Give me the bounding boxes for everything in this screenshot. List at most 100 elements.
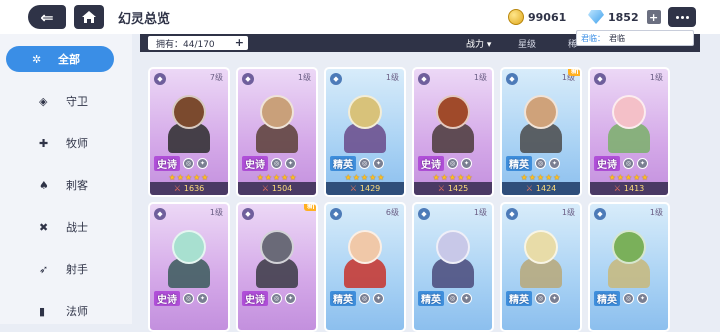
element-icon: ◎ <box>623 292 634 304</box>
rarity-tag: 史诗 <box>154 290 180 306</box>
crossed-swords-icon: ⚔ <box>349 184 357 193</box>
rarity-row: 史诗 ◎ ✦ <box>154 290 228 306</box>
sidebar-item-2[interactable]: ✚ 牧师 <box>6 130 114 156</box>
power-value: 1413 <box>623 184 645 193</box>
element-icon: ◎ <box>447 157 458 169</box>
gold-amount: 99061 <box>528 10 567 24</box>
rarity-row: 精英 ◎ ✦ <box>330 290 404 306</box>
star-rating: ★★★★★ <box>432 173 474 182</box>
faction-icon: ✦ <box>285 157 296 169</box>
hero-level: 1级 <box>209 208 223 217</box>
crossed-swords-icon: ⚔ <box>173 184 181 193</box>
rarity-tag: 精英 <box>506 290 532 306</box>
owned-count[interactable]: 拥有：44/170 + <box>148 36 248 50</box>
owned-count-label: 拥有：44/170 <box>156 39 215 50</box>
add-gems-button[interactable]: + <box>646 10 661 24</box>
power-value: 1429 <box>359 184 381 193</box>
sidebar-item-6[interactable]: ▮ 法师 <box>6 298 114 324</box>
sidebar-item-0[interactable]: ✲ 全部 <box>6 46 114 72</box>
home-icon <box>82 11 96 23</box>
combat-power: ⚔ 1424 <box>502 182 580 195</box>
hero-portrait <box>422 218 484 288</box>
power-value: 1425 <box>447 184 469 193</box>
class-filter-sidebar: ✲ 全部 ◈ 守卫 ✚ 牧师 ♠ 刺客 ✖ 战士 ➶ 射手 ▮ 法师 <box>0 34 132 324</box>
element-icon: ◎ <box>535 292 546 304</box>
hero-card[interactable]: ◆ 1级 精英 ◎ ✦ <box>500 202 582 332</box>
hero-portrait <box>246 83 308 153</box>
dagger-icon: ♠ <box>39 178 49 192</box>
faction-icon: ✦ <box>461 292 472 304</box>
hero-level: 7级 <box>209 73 223 82</box>
rarity-row: 精英 ◎ ✦ <box>594 290 668 306</box>
rarity-row: 史诗 ◎ ✦ <box>418 155 492 171</box>
sort-by-stars-tab[interactable]: 星级 <box>518 37 536 50</box>
rarity-row: 精英 ◎ ✦ <box>506 155 580 171</box>
new-badge: 新 <box>304 204 316 211</box>
sort-by-power-tab[interactable]: 战力 ▾ <box>466 37 491 50</box>
hero-portrait <box>598 218 660 288</box>
sidebar-item-label: 刺客 <box>66 179 88 192</box>
gem-icon <box>588 10 604 24</box>
back-button[interactable]: ⇐ <box>28 5 66 29</box>
hero-card[interactable]: ◆ 新史诗 ◎ ✦ <box>236 202 318 332</box>
power-value: 1636 <box>183 184 205 193</box>
gem-counter: 1852 + <box>588 8 661 26</box>
sidebar-item-label: 牧师 <box>66 137 88 150</box>
sidebar-item-label: 全部 <box>58 53 80 66</box>
sidebar-item-label: 战士 <box>66 221 88 234</box>
hero-portrait <box>510 83 572 153</box>
star-rating: ★★★★★ <box>344 173 386 182</box>
hero-card[interactable]: ◆ 1级新精英 ◎ ✦ ★★★★★ ⚔ 1424 <box>500 67 582 197</box>
element-icon: ◎ <box>623 157 634 169</box>
faction-icon: ✦ <box>373 157 384 169</box>
sidebar-item-3[interactable]: ♠ 刺客 <box>6 172 114 198</box>
element-icon: ◎ <box>183 157 194 169</box>
hero-level: 6级 <box>385 208 399 217</box>
hero-card[interactable]: ◆ 1级 史诗 ◎ ✦ ★★★★★ ⚔ 1504 <box>236 67 318 197</box>
rarity-tag: 精英 <box>330 155 356 171</box>
combat-power: ⚔ 1504 <box>238 182 316 195</box>
hero-card[interactable]: ◆ 1级 史诗 ◎ ✦ ★★★★★ ⚔ 1425 <box>412 67 494 197</box>
element-icon: ◎ <box>183 292 194 304</box>
hero-portrait <box>598 83 660 153</box>
shield-icon: ◈ <box>39 94 48 108</box>
chat-bubble-icon <box>675 15 689 19</box>
rarity-tag: 精英 <box>594 290 620 306</box>
hero-level: 1级 <box>473 73 487 82</box>
hero-level: 1级 <box>561 208 575 217</box>
rarity-tag: 史诗 <box>418 155 444 171</box>
crossed-swords-icon: ⚔ <box>613 184 621 193</box>
hero-card[interactable]: ◆ 1级 精英 ◎ ✦ <box>588 202 670 332</box>
faction-icon: ✦ <box>285 292 296 304</box>
tooltip-key: 君临： <box>581 33 605 43</box>
rarity-row: 史诗 ◎ ✦ <box>242 155 316 171</box>
faction-icon: ✦ <box>549 292 560 304</box>
sidebar-item-1[interactable]: ◈ 守卫 <box>6 88 114 114</box>
element-icon: ◎ <box>359 292 370 304</box>
sidebar-item-label: 法师 <box>66 305 88 318</box>
hero-card[interactable]: ◆ 6级 精英 ◎ ✦ <box>324 202 406 332</box>
expand-plus-icon: + <box>234 36 244 49</box>
sidebar-item-5[interactable]: ➶ 射手 <box>6 256 114 282</box>
rarity-row: 精英 ◎ ✦ <box>330 155 404 171</box>
element-icon: ◎ <box>271 157 282 169</box>
axe-icon: ✖ <box>39 220 49 234</box>
hero-portrait <box>246 218 308 288</box>
faction-icon: ✦ <box>637 292 648 304</box>
element-icon: ◎ <box>271 292 282 304</box>
hero-card[interactable]: ◆ 1级 精英 ◎ ✦ <box>412 202 494 332</box>
hero-card[interactable]: ◆ 1级 史诗 ◎ ✦ ★★★★★ ⚔ 1413 <box>588 67 670 197</box>
chat-button[interactable] <box>668 7 696 27</box>
home-button[interactable] <box>74 5 104 29</box>
hero-card[interactable]: ◆ 1级 史诗 ◎ ✦ <box>148 202 230 332</box>
power-value: 1424 <box>535 184 557 193</box>
hero-portrait <box>510 218 572 288</box>
gem-amount: 1852 <box>608 10 639 24</box>
rarity-tag: 史诗 <box>594 155 620 171</box>
element-icon: ◎ <box>535 157 546 169</box>
arrow-icon: ➶ <box>39 262 49 276</box>
hero-card[interactable]: ◆ 7级 史诗 ◎ ✦ ★★★★★ ⚔ 1636 <box>148 67 230 197</box>
sidebar-item-4[interactable]: ✖ 战士 <box>6 214 114 240</box>
hero-card[interactable]: ◆ 1级 精英 ◎ ✦ ★★★★★ ⚔ 1429 <box>324 67 406 197</box>
hero-portrait <box>334 83 396 153</box>
